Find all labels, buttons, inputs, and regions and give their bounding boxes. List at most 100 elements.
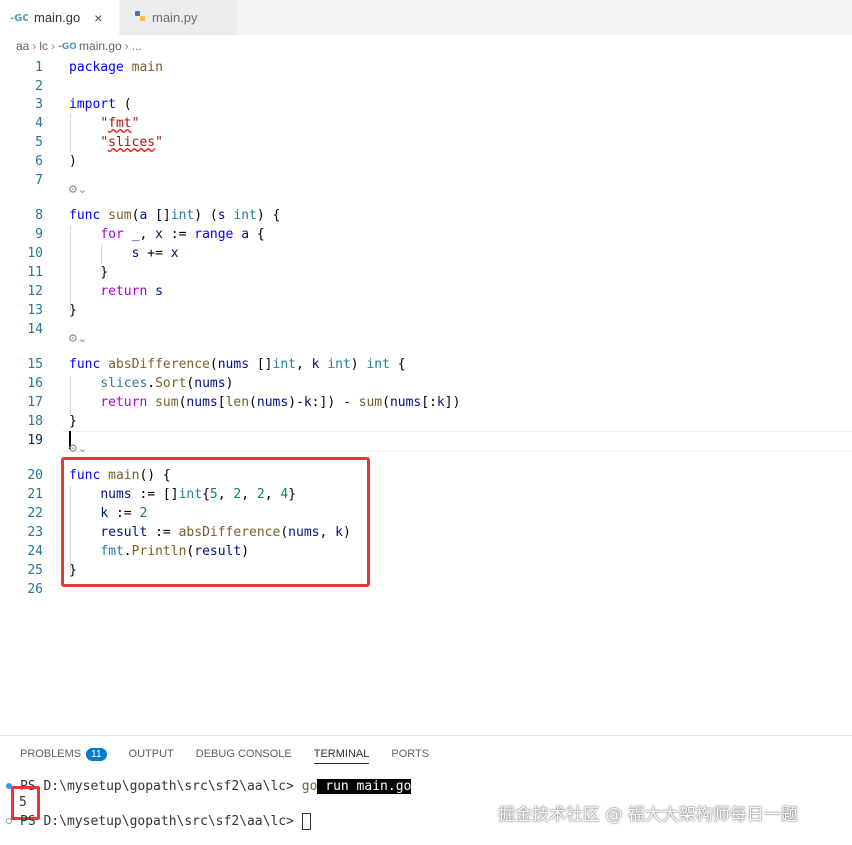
- problems-count-badge: 11: [86, 747, 107, 761]
- tab-label: PORTS: [391, 748, 430, 760]
- code-line[interactable]: 7: [0, 171, 852, 190]
- line-number: 5: [35, 135, 43, 150]
- code-line[interactable]: 10 s += x: [0, 244, 852, 263]
- line-number: 13: [27, 303, 43, 318]
- code-line[interactable]: 8 func sum(a []int) (s int) {: [0, 206, 852, 225]
- code-line[interactable]: 17 return sum(nums[len(nums)-k:]) - sum(…: [0, 393, 852, 412]
- highlight-box-main: [61, 457, 370, 587]
- svg-text:-GO: -GO: [58, 42, 76, 50]
- watermark: 掘金技术社区 @ 福大大架构师每日一题: [498, 805, 798, 825]
- chevron-right-icon: ›: [32, 38, 37, 53]
- line-number: 15: [27, 357, 43, 372]
- terminal-output: 5: [19, 795, 27, 810]
- terminal-prompt: PS D:\mysetup\gopath\src\sf2\aa\lc>: [20, 779, 302, 794]
- code-line[interactable]: 5 "slices": [0, 133, 852, 152]
- code-text: return s: [100, 284, 163, 299]
- code-text: }: [69, 265, 109, 280]
- go-file-icon: -GO: [10, 10, 31, 25]
- line-number: 26: [27, 582, 43, 597]
- line-number: 6: [35, 154, 43, 169]
- line-number: 10: [27, 246, 43, 261]
- command-status-dot: [6, 818, 12, 824]
- code-text: "slices": [100, 135, 163, 150]
- tab-label: main.go: [34, 10, 81, 25]
- code-text: slices.Sort(nums): [100, 376, 234, 391]
- line-number: 25: [27, 563, 43, 578]
- line-number: 7: [35, 173, 43, 188]
- line-number: 9: [35, 227, 43, 242]
- code-line[interactable]: 1 package main: [0, 58, 852, 77]
- line-number: 11: [27, 265, 43, 280]
- tab-debug-console[interactable]: DEBUG CONSOLE: [196, 748, 292, 760]
- code-line[interactable]: 9 for _, x := range a {: [0, 225, 852, 244]
- terminal-command: go: [301, 779, 318, 794]
- code-line[interactable]: 19: [0, 431, 852, 450]
- close-icon[interactable]: ×: [94, 10, 102, 26]
- terminal-cursor: [301, 813, 311, 830]
- codelens-icon[interactable]: ⚙︎⌄: [68, 332, 87, 346]
- indent-guide: [70, 376, 71, 414]
- code-line[interactable]: 2: [0, 77, 852, 96]
- codelens-icon[interactable]: ⚙︎⌄: [68, 442, 87, 456]
- tab-label: PROBLEMS: [20, 748, 82, 760]
- breadcrumb-item[interactable]: ...: [132, 39, 142, 53]
- code-text: s += x: [131, 246, 179, 261]
- code-text: "fmt": [100, 116, 140, 131]
- line-number: 14: [27, 322, 43, 337]
- panel-divider: [0, 735, 852, 736]
- line-number: 21: [27, 487, 43, 502]
- tab-label: DEBUG CONSOLE: [195, 748, 292, 760]
- code-text: import (: [69, 97, 132, 112]
- indent-guide: [101, 245, 102, 264]
- tab-main-go[interactable]: -GO main.go ×: [0, 0, 119, 35]
- breadcrumb-item[interactable]: aa: [16, 39, 29, 53]
- tab-label: TERMINAL: [313, 748, 370, 760]
- editor-tab-bar: -GO main.go × main.py: [0, 0, 852, 35]
- tab-problems[interactable]: PROBLEMS 11: [20, 747, 107, 761]
- go-file-icon: -GO: [58, 39, 77, 53]
- code-text: func absDifference(nums []int, k int) in…: [69, 357, 406, 372]
- code-line[interactable]: 13}: [0, 301, 852, 320]
- code-line[interactable]: 18}: [0, 412, 852, 431]
- python-file-icon: [134, 10, 146, 25]
- tab-label: main.py: [152, 10, 198, 25]
- line-number: 3: [35, 97, 43, 112]
- code-line[interactable]: 11 }: [0, 263, 852, 282]
- chevron-right-icon: ›: [51, 38, 56, 53]
- code-text: return sum(nums[len(nums)-k:]) - sum(num…: [100, 395, 461, 410]
- line-number: 24: [27, 544, 43, 559]
- breadcrumb-item[interactable]: lc: [39, 39, 48, 53]
- code-line[interactable]: 3 import (: [0, 95, 852, 114]
- code-line[interactable]: 15 func absDifference(nums []int, k int) …: [0, 355, 852, 374]
- tab-label: OUTPUT: [128, 748, 174, 760]
- code-line[interactable]: 6): [0, 152, 852, 171]
- indent-guide: [70, 226, 71, 311]
- panel-tabs: PROBLEMS 11 OUTPUT DEBUG CONSOLE TERMINA…: [20, 744, 451, 764]
- line-number: 8: [35, 208, 43, 223]
- code-line[interactable]: 14: [0, 320, 852, 339]
- tab-ports[interactable]: PORTS: [391, 748, 429, 760]
- line-number: 23: [27, 525, 43, 540]
- line-number: 2: [35, 79, 43, 94]
- chevron-right-icon: ›: [124, 38, 129, 53]
- indent-guide: [70, 114, 71, 152]
- tab-main-py[interactable]: main.py: [120, 0, 237, 35]
- tab-output[interactable]: OUTPUT: [129, 748, 174, 760]
- breadcrumb-item[interactable]: main.go: [79, 39, 122, 53]
- tab-terminal[interactable]: TERMINAL: [313, 748, 370, 764]
- line-number: 4: [35, 116, 43, 131]
- code-text: for _, x := range a {: [100, 227, 265, 242]
- terminal-line-1[interactable]: PS D:\mysetup\gopath\src\sf2\aa\lc> go r…: [20, 779, 412, 794]
- code-text: }: [69, 414, 77, 429]
- terminal-line-2[interactable]: PS D:\mysetup\gopath\src\sf2\aa\lc>: [20, 813, 311, 830]
- breadcrumb: aa › lc › -GO main.go › ...: [16, 36, 142, 55]
- code-line[interactable]: 16 slices.Sort(nums): [0, 374, 852, 393]
- code-line[interactable]: 12 return s: [0, 282, 852, 301]
- terminal-command-args: run main.go: [317, 779, 412, 794]
- codelens-icon[interactable]: ⚙︎⌄: [68, 183, 87, 197]
- code-line[interactable]: 4 "fmt": [0, 114, 852, 133]
- line-number: 17: [27, 395, 43, 410]
- line-number: 12: [27, 284, 43, 299]
- line-number: 22: [27, 506, 43, 521]
- line-number: 20: [27, 468, 43, 483]
